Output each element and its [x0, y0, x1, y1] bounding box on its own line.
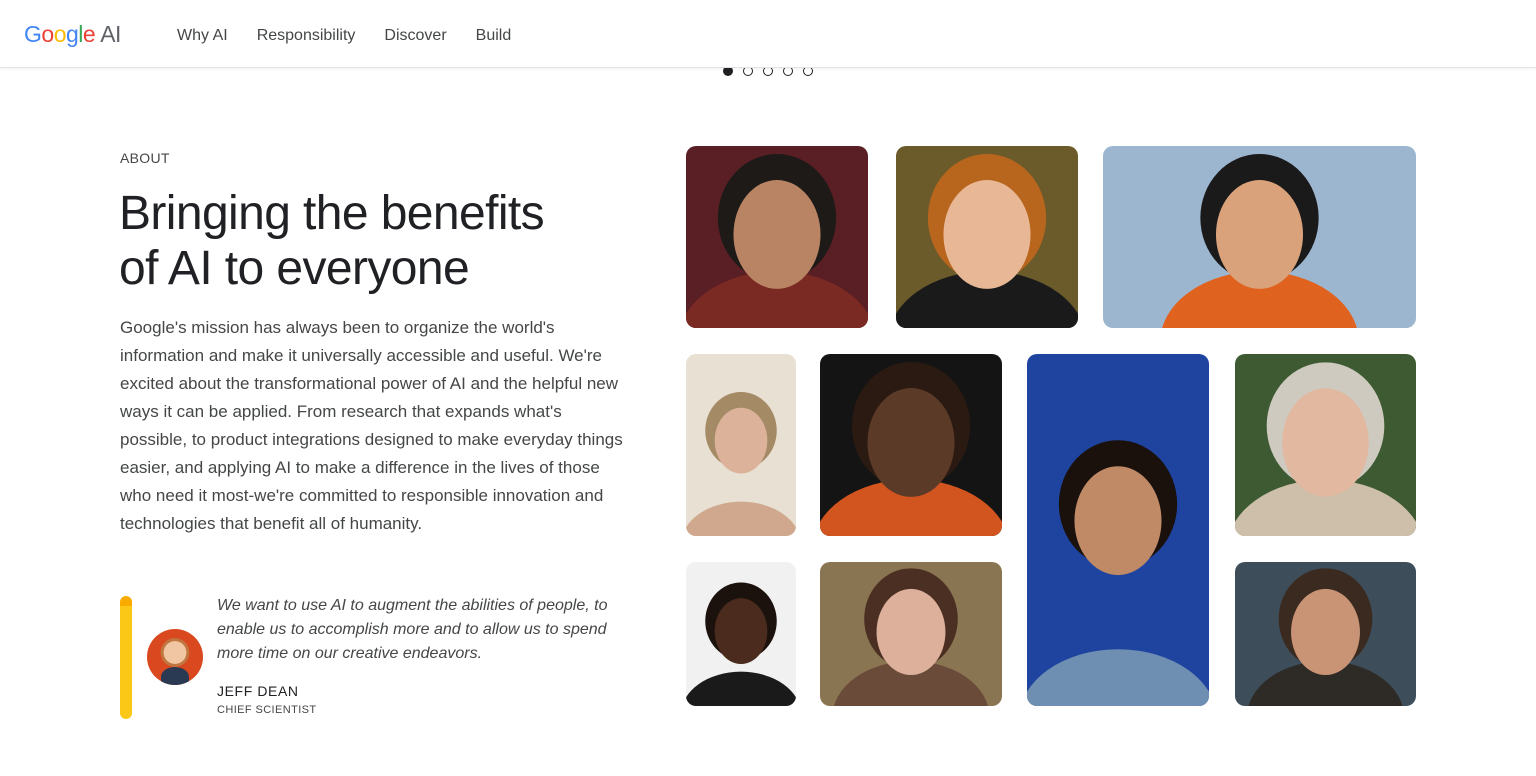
nav-link-discover[interactable]: Discover — [384, 27, 446, 45]
google-ai-logo[interactable]: Google AI — [24, 21, 121, 48]
headline-line: Bringing the benefits — [119, 187, 545, 240]
main-nav: Why AI Responsibility Discover Build — [177, 27, 511, 45]
quote-author-name: JEFF DEAN — [217, 683, 299, 699]
nav-link-responsibility[interactable]: Responsibility — [257, 27, 356, 45]
photo-woman-brown-hair — [820, 562, 1002, 706]
quote-author-role: CHIEF SCIENTIST — [217, 704, 317, 716]
photo-face — [1291, 588, 1360, 676]
photo-face — [1282, 388, 1369, 497]
photo-woman-glasses — [686, 354, 796, 536]
headline-line: of AI to everyone — [119, 242, 470, 295]
logo-letter: e — [82, 21, 96, 47]
section-headline: Bringing the benefits of AI to everyone — [119, 186, 639, 296]
avatar — [147, 629, 203, 685]
logo-letter: o — [53, 21, 67, 47]
photo-gray-haired-woman — [1235, 354, 1416, 536]
logo-ai-text: AI — [100, 21, 121, 47]
section-eyebrow: ABOUT — [120, 150, 170, 166]
photo-woman-slate — [1235, 562, 1416, 706]
section-body: Google's mission has always been to orga… — [120, 318, 623, 533]
photo-face — [733, 180, 821, 289]
quote-text: We want to use AI to augment the abiliti… — [217, 597, 608, 662]
photo-young-woman-dark — [686, 562, 796, 706]
photo-face — [876, 588, 946, 676]
photo-smiling-woman-blue — [1027, 354, 1209, 706]
nav-link-why-ai[interactable]: Why AI — [177, 27, 228, 45]
nav-link-build[interactable]: Build — [476, 27, 512, 45]
quote-accent-bar — [120, 596, 132, 719]
photo-face — [867, 388, 955, 497]
photo-face — [1215, 180, 1304, 289]
photo-redhead-person — [896, 146, 1078, 328]
photo-face — [714, 598, 768, 664]
photo-face — [1074, 466, 1162, 576]
photo-face — [943, 180, 1031, 289]
photo-elderly-man — [686, 146, 868, 328]
photo-woman-orange-hood — [1103, 146, 1416, 328]
logo-letter: o — [41, 21, 54, 47]
logo-letter: G — [24, 21, 42, 47]
photo-face — [714, 407, 768, 474]
photo-bald-man — [820, 354, 1002, 536]
top-navigation-bar: Google AI Why AI Responsibility Discover … — [0, 0, 1536, 68]
logo-letter: g — [65, 21, 79, 47]
